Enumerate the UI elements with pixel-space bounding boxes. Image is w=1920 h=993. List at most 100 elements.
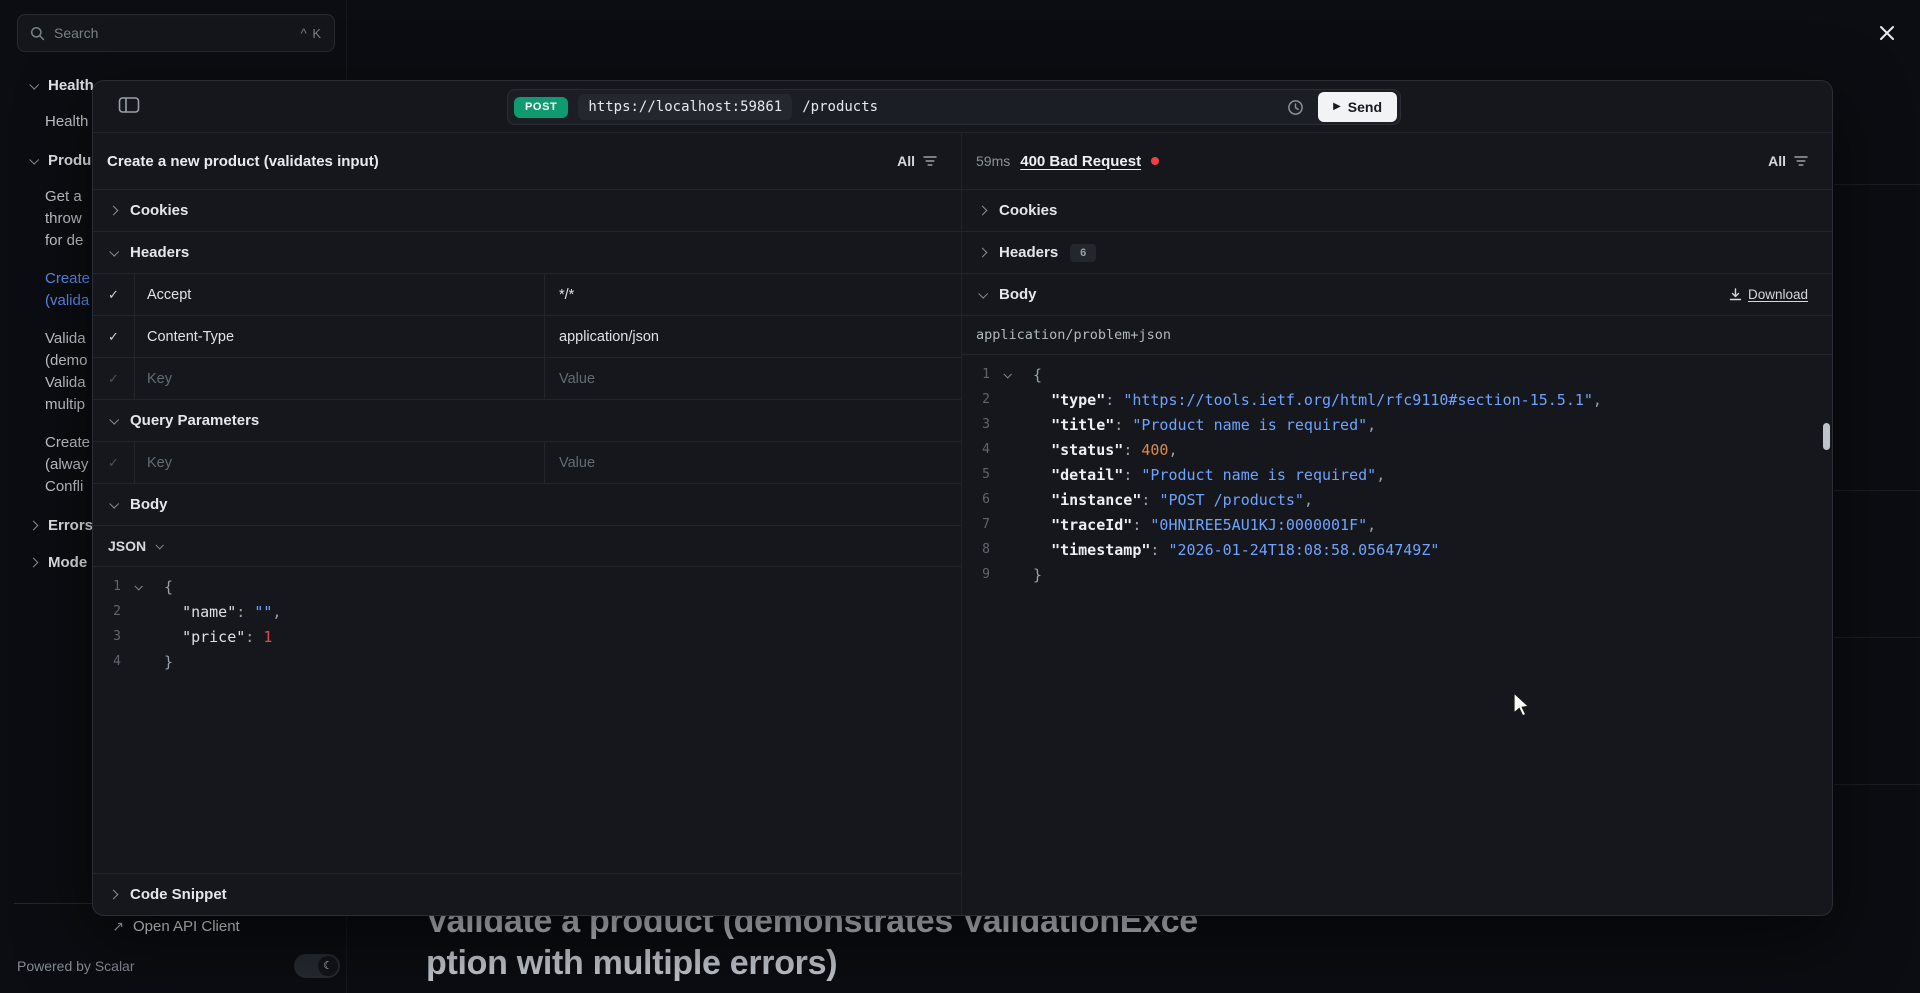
code-line: 7 "traceId": "0HNIREE5AU1KJ:0000001F", xyxy=(962,512,1832,537)
request-panel-header: Create a new product (validates input) A… xyxy=(93,133,961,189)
chevron-right-icon xyxy=(975,204,989,218)
response-body-viewer: 1{2 "type": "https://tools.ietf.org/html… xyxy=(962,354,1832,593)
line-number: 3 xyxy=(972,417,990,432)
fold-chevron-icon[interactable] xyxy=(1002,369,1013,380)
chevron-down-icon xyxy=(106,498,120,512)
send-button[interactable]: ▶ Send xyxy=(1318,92,1397,122)
background-section-border xyxy=(1834,784,1920,785)
row-enabled-checkbox[interactable]: ✓ xyxy=(93,274,134,315)
search-shortcut: ^ K xyxy=(301,26,322,41)
code-line: 1{ xyxy=(93,574,961,599)
request-body-editor[interactable]: 1{2 "name": "",3 "price": 14} xyxy=(93,566,961,680)
scrollbar-thumb[interactable] xyxy=(1823,423,1830,450)
header-row: ✓Content-Typeapplication/json xyxy=(93,315,961,357)
chevron-right-icon xyxy=(26,555,40,569)
search-icon xyxy=(30,26,45,41)
row-enabled-checkbox[interactable]: ✓ xyxy=(93,358,134,399)
row-key-input[interactable]: Key xyxy=(134,442,544,483)
request-filter-button[interactable]: All xyxy=(897,153,937,169)
response-body-left: Body xyxy=(975,286,1037,303)
heading-line-2: ption with multiple errors) xyxy=(426,942,1198,984)
chevron-down-icon xyxy=(26,78,40,92)
line-number: 7 xyxy=(972,517,990,532)
code-line: 5 "detail": "Product name is required", xyxy=(962,462,1832,487)
line-number: 1 xyxy=(103,579,121,594)
response-filter-button[interactable]: All xyxy=(1768,153,1808,169)
chevron-down-icon xyxy=(26,153,40,167)
response-cookies-section[interactable]: Cookies xyxy=(962,189,1832,231)
request-path[interactable]: /products xyxy=(802,99,878,115)
external-link-icon: ↗ xyxy=(112,918,124,935)
address-bar: POST https://localhost:59861 /products ▶… xyxy=(507,89,1401,125)
response-body-section[interactable]: Body Download xyxy=(962,273,1832,315)
code-content: } xyxy=(164,653,173,671)
response-meta: 59ms 400 Bad Request xyxy=(976,153,1159,170)
filter-icon xyxy=(923,155,937,167)
code-line: 8 "timestamp": "2026-01-24T18:08:58.0564… xyxy=(962,537,1832,562)
code-content: "price": 1 xyxy=(164,628,272,646)
row-key-input[interactable]: Accept xyxy=(134,274,544,315)
row-value-input[interactable]: application/json xyxy=(544,316,961,357)
chevron-right-icon xyxy=(975,246,989,260)
body-format-select[interactable]: JSON xyxy=(93,525,961,566)
request-body-section[interactable]: Body xyxy=(93,483,961,525)
header-row: ✓Accept*/* xyxy=(93,273,961,315)
download-button[interactable]: Download xyxy=(1729,287,1808,302)
dark-mode-toggle[interactable]: ☾ xyxy=(294,954,340,978)
history-button[interactable] xyxy=(1283,99,1308,116)
code-line: 4} xyxy=(93,649,961,674)
code-content: "instance": "POST /products", xyxy=(1033,491,1313,509)
line-number: 2 xyxy=(103,604,121,619)
row-enabled-checkbox[interactable]: ✓ xyxy=(93,316,134,357)
powered-by-scalar-link[interactable]: Powered by Scalar xyxy=(17,958,135,974)
code-content: "type": "https://tools.ietf.org/html/rfc… xyxy=(1033,391,1602,409)
code-content: "timestamp": "2026-01-24T18:08:58.056474… xyxy=(1033,541,1439,559)
status-indicator-dot xyxy=(1151,157,1159,165)
query-param-row: ✓KeyValue xyxy=(93,441,961,483)
sidebar-group-label: Mode xyxy=(48,554,87,571)
code-content: "name": "", xyxy=(164,603,281,621)
background-section-border xyxy=(1834,184,1920,185)
response-headers-label: Headers xyxy=(999,244,1058,261)
code-content: } xyxy=(1033,566,1042,584)
close-modal-button[interactable] xyxy=(1872,18,1902,48)
method-badge[interactable]: POST xyxy=(514,97,568,118)
download-label: Download xyxy=(1748,287,1808,302)
sidebar-toggle-button[interactable] xyxy=(117,95,141,117)
row-enabled-checkbox[interactable]: ✓ xyxy=(93,442,134,483)
line-number: 4 xyxy=(103,654,121,669)
response-status: 400 Bad Request xyxy=(1020,153,1141,170)
request-headers-label: Headers xyxy=(130,244,189,261)
headers-count-badge: 6 xyxy=(1070,244,1096,262)
line-number: 5 xyxy=(972,467,990,482)
download-icon xyxy=(1729,288,1742,301)
response-filter-label: All xyxy=(1768,153,1786,169)
filter-icon xyxy=(1794,155,1808,167)
chevron-down-icon xyxy=(106,246,120,260)
fold-chevron-icon[interactable] xyxy=(133,581,144,592)
row-key-input[interactable]: Content-Type xyxy=(134,316,544,357)
response-headers-section[interactable]: Headers 6 xyxy=(962,231,1832,273)
request-cookies-section[interactable]: Cookies xyxy=(93,189,961,231)
base-url[interactable]: https://localhost:59861 xyxy=(578,94,792,120)
request-headers-section[interactable]: Headers xyxy=(93,231,961,273)
api-client-modal: POST https://localhost:59861 /products ▶… xyxy=(92,80,1833,916)
chevron-down-icon xyxy=(106,414,120,428)
code-line: 3 "title": "Product name is required", xyxy=(962,412,1832,437)
history-clock-icon xyxy=(1287,99,1304,116)
open-api-client-label: Open API Client xyxy=(133,918,240,935)
row-value-input[interactable]: Value xyxy=(544,358,961,399)
chevron-right-icon xyxy=(26,518,40,532)
row-key-input[interactable]: Key xyxy=(134,358,544,399)
line-number: 6 xyxy=(972,492,990,507)
search-input[interactable]: Search ^ K xyxy=(17,14,335,52)
code-snippet-section[interactable]: Code Snippet xyxy=(93,873,961,915)
request-panel: Create a new product (validates input) A… xyxy=(93,133,962,915)
sidebar-group-label: Health xyxy=(48,77,94,94)
code-content: { xyxy=(1033,366,1042,384)
row-value-input[interactable]: Value xyxy=(544,442,961,483)
code-content: { xyxy=(164,578,173,596)
request-query-section[interactable]: Query Parameters xyxy=(93,399,961,441)
code-line: 6 "instance": "POST /products", xyxy=(962,487,1832,512)
row-value-input[interactable]: */* xyxy=(544,274,961,315)
